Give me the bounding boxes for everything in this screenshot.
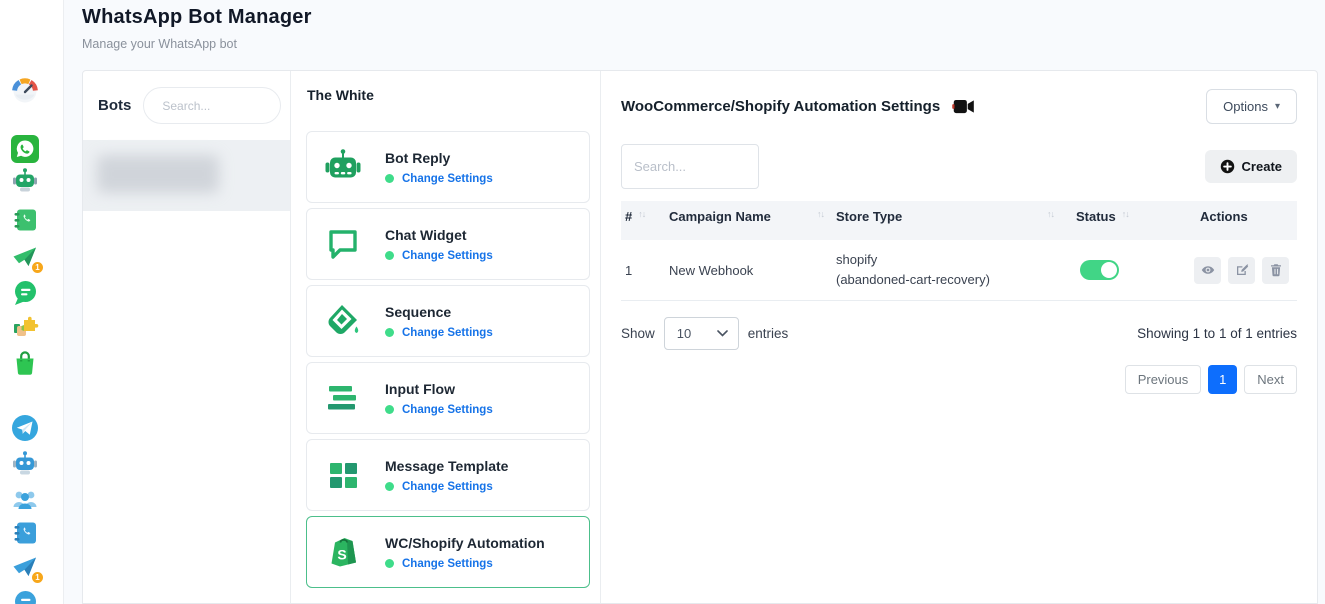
feature-card-wc-shopify-automation[interactable]: S WC/Shopify Automation Change Settings [306, 516, 590, 588]
app-icon-rail: 1 [0, 0, 64, 604]
edit-button[interactable] [1228, 257, 1255, 284]
bots-panel: Bots [83, 71, 291, 603]
chevron-down-icon [717, 330, 728, 337]
column-header-campaign-name[interactable]: Campaign Name↑↓ [665, 209, 832, 232]
column-header-store-type[interactable]: Store Type↑↓ [832, 209, 1062, 232]
trash-icon [1269, 263, 1283, 277]
telegram-chat-icon[interactable] [10, 588, 40, 604]
whatsapp-chat-icon[interactable] [10, 278, 40, 308]
dashboard-gauge-icon[interactable] [10, 76, 40, 106]
create-button[interactable]: Create [1205, 150, 1297, 183]
feature-card-bot-reply[interactable]: Bot Reply Change Settings [306, 131, 590, 203]
page-size-select[interactable]: 10 [664, 317, 739, 350]
chat-bubble-icon [321, 224, 365, 264]
shopify-icon: S [321, 532, 365, 572]
feature-card-sequence[interactable]: Sequence Change Settings [306, 285, 590, 357]
notification-badge: 1 [31, 261, 44, 274]
store-type-line2: (abandoned-cart-recovery) [836, 270, 1054, 290]
plus-circle-icon [1220, 159, 1235, 174]
feature-card-input-flow[interactable]: Input Flow Change Settings [306, 362, 590, 434]
status-toggle[interactable] [1080, 260, 1119, 280]
telegram-broadcast-icon[interactable]: 1 [10, 552, 40, 582]
notification-badge: 1 [31, 571, 44, 584]
change-settings-link[interactable]: Change Settings [402, 558, 493, 570]
change-settings-link[interactable]: Change Settings [402, 404, 493, 416]
bot-name-redacted [97, 155, 219, 193]
bot-feature-menu: The White Bot Reply Change Se [291, 71, 601, 603]
show-label: Show [621, 326, 655, 341]
svg-text:S: S [337, 547, 346, 563]
page-1-button[interactable]: 1 [1208, 365, 1237, 394]
entries-label: entries [748, 326, 789, 341]
whatsapp-phonebook-icon[interactable] [10, 205, 40, 235]
feature-card-message-template[interactable]: Message Template Change Settings [306, 439, 590, 511]
page-subtitle: Manage your WhatsApp bot [82, 37, 312, 51]
status-dot [385, 328, 394, 337]
table-row: 1 New Webhook shopify (abandoned-cart-re… [621, 240, 1297, 301]
caret-down-icon: ▾ [1275, 101, 1280, 112]
table-search-input[interactable] [621, 144, 759, 189]
automation-settings-panel: WooCommerce/Shopify Automation Settings … [601, 71, 1317, 603]
main-panel: Bots The White B [82, 70, 1318, 604]
bots-search-input[interactable] [143, 87, 281, 124]
page-title: WhatsApp Bot Manager [82, 6, 312, 29]
bars-icon [321, 378, 365, 418]
bot-name: The White [307, 87, 590, 103]
delete-button[interactable] [1262, 257, 1289, 284]
feature-title: Sequence [385, 304, 493, 320]
column-header-actions: Actions [1182, 209, 1297, 232]
whatsapp-bot-icon[interactable] [10, 165, 40, 195]
options-button[interactable]: Options ▾ [1206, 89, 1297, 124]
column-header-num[interactable]: #↑↓ [621, 209, 665, 232]
whatsapp-broadcast-icon[interactable]: 1 [10, 242, 40, 272]
whatsapp-integration-icon[interactable] [10, 312, 40, 342]
whatsapp-shop-icon[interactable] [10, 348, 40, 378]
status-dot [385, 482, 394, 491]
eye-icon [1201, 263, 1215, 277]
sort-icon: ↑↓ [638, 209, 645, 219]
telegram-bot-icon[interactable] [10, 448, 40, 478]
next-page-button[interactable]: Next [1244, 365, 1297, 394]
status-dot [385, 405, 394, 414]
row-number: 1 [621, 253, 665, 288]
change-settings-link[interactable]: Change Settings [402, 250, 493, 262]
feature-title: Message Template [385, 458, 508, 474]
grid-icon [321, 455, 365, 495]
video-camera-icon[interactable] [952, 99, 975, 114]
sort-icon: ↑↓ [817, 209, 824, 219]
feature-title: Chat Widget [385, 227, 493, 243]
section-title: WooCommerce/Shopify Automation Settings [621, 98, 940, 115]
entries-summary: Showing 1 to 1 of 1 entries [1137, 326, 1297, 341]
status-dot [385, 251, 394, 260]
feature-title: WC/Shopify Automation [385, 535, 545, 551]
sort-icon: ↑↓ [1047, 209, 1054, 219]
store-type-line1: shopify [836, 250, 1054, 270]
edit-icon [1235, 263, 1249, 277]
bot-list-item[interactable] [83, 140, 290, 211]
view-button[interactable] [1194, 257, 1221, 284]
pagination: Previous 1 Next [621, 365, 1297, 394]
change-settings-link[interactable]: Change Settings [402, 173, 493, 185]
telegram-phonebook-icon[interactable] [10, 518, 40, 548]
column-header-status[interactable]: Status↑↓ [1062, 209, 1182, 232]
table-header-row: #↑↓ Campaign Name↑↓ Store Type↑↓ Status↑… [621, 201, 1297, 240]
change-settings-link[interactable]: Change Settings [402, 327, 493, 339]
feature-title: Bot Reply [385, 150, 493, 166]
robot-icon [321, 147, 365, 187]
paint-bucket-icon [321, 301, 365, 341]
feature-card-chat-widget[interactable]: Chat Widget Change Settings [306, 208, 590, 280]
previous-page-button[interactable]: Previous [1125, 365, 1202, 394]
campaign-name: New Webhook [665, 253, 832, 288]
bots-label: Bots [98, 97, 131, 114]
sort-icon: ↑↓ [1122, 209, 1129, 219]
change-settings-link[interactable]: Change Settings [402, 481, 493, 493]
status-dot [385, 559, 394, 568]
telegram-group-icon[interactable] [10, 484, 40, 514]
telegram-icon[interactable] [10, 413, 40, 443]
status-dot [385, 174, 394, 183]
feature-title: Input Flow [385, 381, 493, 397]
whatsapp-icon[interactable] [10, 134, 40, 164]
